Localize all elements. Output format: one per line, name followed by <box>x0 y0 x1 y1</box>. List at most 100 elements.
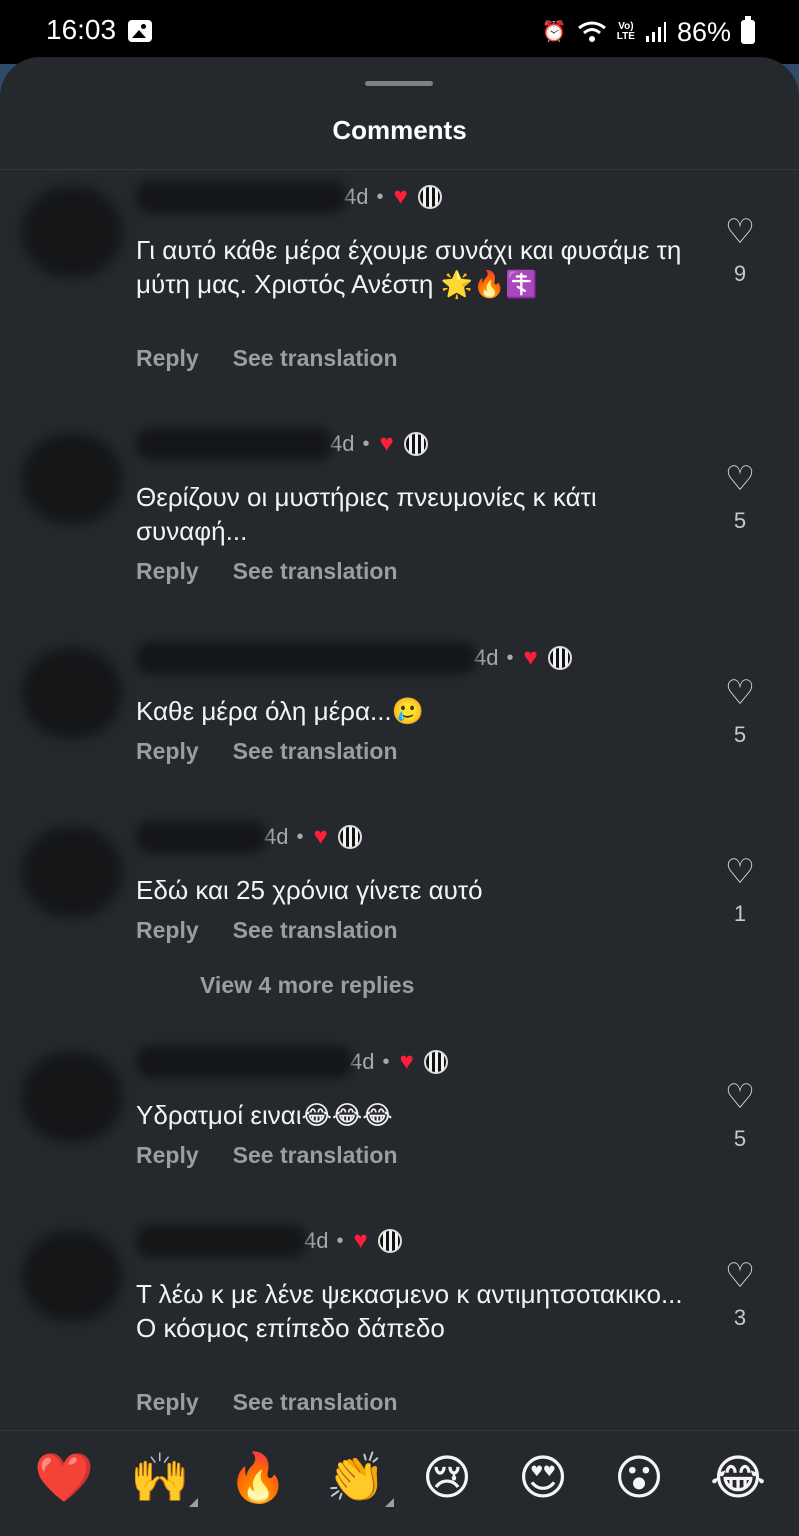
reaction-clap-button[interactable]: 👏 <box>326 1455 394 1507</box>
status-icons: ⏰ Vo) LTE 86% <box>542 14 755 50</box>
comment-actions: Reply See translation <box>136 917 398 944</box>
like-column: ♡ 9 <box>712 215 768 287</box>
reply-button[interactable]: Reply <box>136 917 199 944</box>
alarm-icon: ⏰ <box>541 21 567 43</box>
avatar[interactable] <box>22 1231 122 1321</box>
username-redacted[interactable] <box>136 1046 352 1078</box>
creator-liked-heart-icon: ♥ <box>353 1227 368 1254</box>
like-count: 5 <box>733 1126 747 1151</box>
like-column: ♡ 5 <box>712 1080 768 1152</box>
comment-text: Τ λέω κ με λένε ψεκασμενο κ αντιμητσοτακ… <box>136 1279 683 1343</box>
username-redacted[interactable] <box>136 821 266 853</box>
heart-outline-icon[interactable]: ♡ <box>712 462 768 496</box>
divider <box>0 169 799 170</box>
wifi-icon <box>577 21 606 42</box>
see-translation-button[interactable]: See translation <box>233 1389 398 1416</box>
separator-dot: • <box>376 185 384 208</box>
reply-button[interactable]: Reply <box>136 1142 199 1169</box>
comment-actions: Reply See translation <box>136 345 398 372</box>
battery-percent: 86% <box>676 16 731 47</box>
like-count: 5 <box>733 722 747 747</box>
signal-icon <box>645 22 666 42</box>
like-column: ♡ 3 <box>712 1259 768 1331</box>
reaction-sad-button[interactable]: 😢 <box>422 1455 472 1503</box>
avatar[interactable] <box>22 648 122 738</box>
creator-liked-heart-icon: ♥ <box>393 183 408 210</box>
comments-sheet: Comments 4d • ♥ Γι αυτό κάθε μέρα έχουμε… <box>0 57 799 1536</box>
reaction-heart-button[interactable]: ❤️ <box>34 1455 94 1503</box>
comment-meta: 4d • ♥ <box>136 1223 402 1259</box>
comment-text: Θερίζουν οι μυστήριες πνευμονίες κ κάτι … <box>136 482 597 546</box>
creator-avatar <box>337 825 362 849</box>
like-count: 5 <box>733 508 747 533</box>
creator-avatar <box>423 1050 448 1074</box>
heart-outline-icon[interactable]: ♡ <box>712 855 768 889</box>
heart-outline-icon[interactable]: ♡ <box>712 215 768 249</box>
comment-actions: Reply See translation <box>136 1389 398 1416</box>
see-translation-button[interactable]: See translation <box>233 558 398 585</box>
see-translation-button[interactable]: See translation <box>233 917 398 944</box>
reply-button[interactable]: Reply <box>136 345 199 372</box>
avatar[interactable] <box>22 1052 122 1142</box>
reaction-heart-eyes-button[interactable]: 😍 <box>518 1455 568 1503</box>
creator-avatar <box>417 185 442 209</box>
username-redacted[interactable] <box>136 1225 306 1257</box>
comment-time: 4d <box>350 1049 375 1074</box>
reply-button[interactable]: Reply <box>136 738 199 765</box>
comment-text: Γι αυτό κάθε μέρα έχουμε συνάχι και φυσά… <box>136 235 682 299</box>
like-count: 1 <box>733 901 747 926</box>
like-count: 9 <box>733 261 747 286</box>
gallery-icon <box>128 20 152 42</box>
see-translation-button[interactable]: See translation <box>233 738 398 765</box>
sheet-title: Comments <box>332 115 467 145</box>
separator-dot: • <box>506 646 514 669</box>
heart-outline-icon[interactable]: ♡ <box>712 1080 768 1114</box>
reaction-laugh-button[interactable]: 😂 <box>710 1455 766 1503</box>
reaction-wow-button[interactable]: 😮 <box>614 1455 664 1503</box>
reaction-fire-button[interactable]: 🔥 <box>228 1455 288 1503</box>
comment-actions: Reply See translation <box>136 558 398 585</box>
comment-time: 4d <box>264 824 289 849</box>
avatar[interactable] <box>22 187 122 277</box>
username-redacted[interactable] <box>136 642 476 674</box>
separator-dot: • <box>296 825 304 848</box>
reply-button[interactable]: Reply <box>136 1389 199 1416</box>
separator-dot: • <box>382 1050 390 1073</box>
comment-actions: Reply See translation <box>136 1142 398 1169</box>
heart-outline-icon[interactable]: ♡ <box>712 1259 768 1293</box>
comment-meta: 4d • ♥ <box>136 1044 448 1080</box>
avatar[interactable] <box>22 827 122 917</box>
creator-liked-heart-icon: ♥ <box>313 823 328 850</box>
comment-text: Υδρατμοί ειναι😂😂😂 <box>136 1100 393 1130</box>
creator-avatar <box>403 432 428 456</box>
separator-dot: • <box>362 432 370 455</box>
like-column: ♡ 5 <box>712 676 768 748</box>
drag-handle[interactable] <box>365 81 433 86</box>
comment-meta: 4d • ♥ <box>136 640 572 676</box>
creator-avatar <box>377 1229 402 1253</box>
like-column: ♡ 1 <box>712 855 768 927</box>
status-time: 16:03 <box>46 14 117 45</box>
status-bar: 16:03 ⏰ Vo) LTE 86% <box>0 0 799 64</box>
username-redacted[interactable] <box>136 181 346 213</box>
comment-text: Καθε μέρα όλη μέρα...🥲 <box>136 696 425 726</box>
heart-outline-icon[interactable]: ♡ <box>712 676 768 710</box>
comment-actions: Reply See translation <box>136 738 398 765</box>
username-redacted[interactable] <box>136 428 332 460</box>
comment-time: 4d <box>474 645 499 670</box>
view-more-replies-button[interactable]: View 4 more replies <box>200 972 414 999</box>
avatar[interactable] <box>22 434 122 524</box>
quick-reaction-bar: ❤️ 🙌 🔥 👏 😢 😍 😮 😂 <box>0 1430 799 1536</box>
see-translation-button[interactable]: See translation <box>233 345 398 372</box>
comment-time: 4d <box>330 431 355 456</box>
lte-icon: Vo) LTE <box>617 22 635 42</box>
reply-button[interactable]: Reply <box>136 558 199 585</box>
comment-meta: 4d • ♥ <box>136 426 428 462</box>
creator-liked-heart-icon: ♥ <box>379 430 394 457</box>
comment-text: Εδώ και 25 χρόνια γίνετε αυτό <box>136 875 483 905</box>
comment-time: 4d <box>304 1228 329 1253</box>
reaction-raised-hands-button[interactable]: 🙌 <box>130 1455 198 1507</box>
creator-liked-heart-icon: ♥ <box>523 644 538 671</box>
see-translation-button[interactable]: See translation <box>233 1142 398 1169</box>
lte-label-bottom: LTE <box>616 31 635 42</box>
